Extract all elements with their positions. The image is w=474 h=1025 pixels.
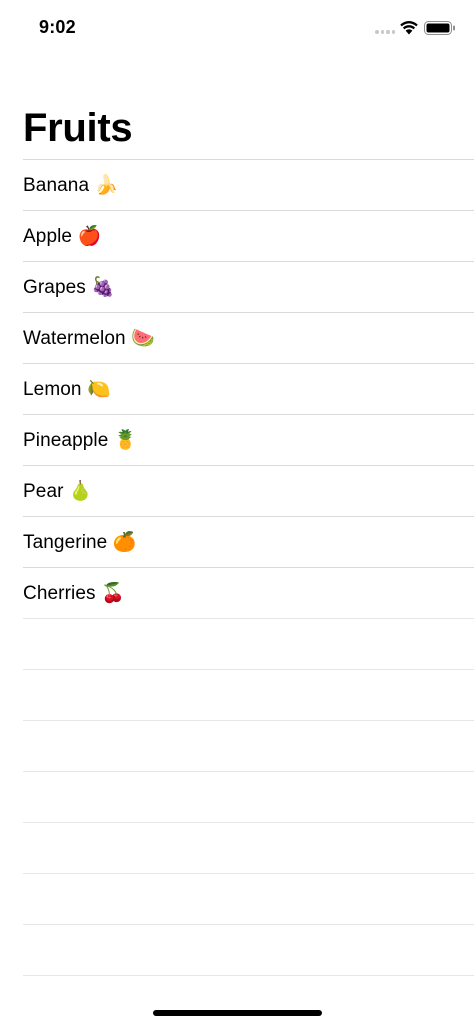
list-item[interactable]: Lemon 🍋 [23,363,474,414]
list-item-label: Banana 🍌 [23,175,119,196]
status-bar: 9:02 [0,0,474,56]
page-title: Fruits [23,106,133,150]
battery-icon [424,21,455,35]
list-item-label: Apple 🍎 [23,226,102,247]
home-indicator[interactable] [153,1010,322,1016]
empty-row [23,822,474,873]
list-item[interactable]: Apple 🍎 [23,210,474,261]
list-item[interactable]: Grapes 🍇 [23,261,474,312]
list-item-label: Watermelon 🍉 [23,328,155,349]
empty-row [23,873,474,924]
list-item[interactable]: Pear 🍐 [23,465,474,516]
list-item-label: Pear 🍐 [23,481,93,502]
list-item-label: Cherries 🍒 [23,583,125,604]
list-item[interactable]: Tangerine 🍊 [23,516,474,567]
cellular-signal-icon [375,29,395,35]
list-item[interactable]: Watermelon 🍉 [23,312,474,363]
fruit-list: Banana 🍌 Apple 🍎 Grapes 🍇 Watermelon 🍉 L… [23,159,474,976]
empty-row [23,618,474,669]
list-item-label: Grapes 🍇 [23,277,116,298]
list-item[interactable]: Banana 🍌 [23,159,474,210]
list-item-label: Lemon 🍋 [23,379,111,400]
status-time: 9:02 [39,17,76,37]
list-item-label: Pineapple 🍍 [23,430,138,451]
empty-row [23,924,474,976]
list-item[interactable]: Pineapple 🍍 [23,414,474,465]
list-item-label: Tangerine 🍊 [23,532,137,553]
empty-row [23,771,474,822]
empty-row [23,720,474,771]
empty-row [23,669,474,720]
list-item[interactable]: Cherries 🍒 [23,567,474,618]
wifi-icon [400,21,418,35]
